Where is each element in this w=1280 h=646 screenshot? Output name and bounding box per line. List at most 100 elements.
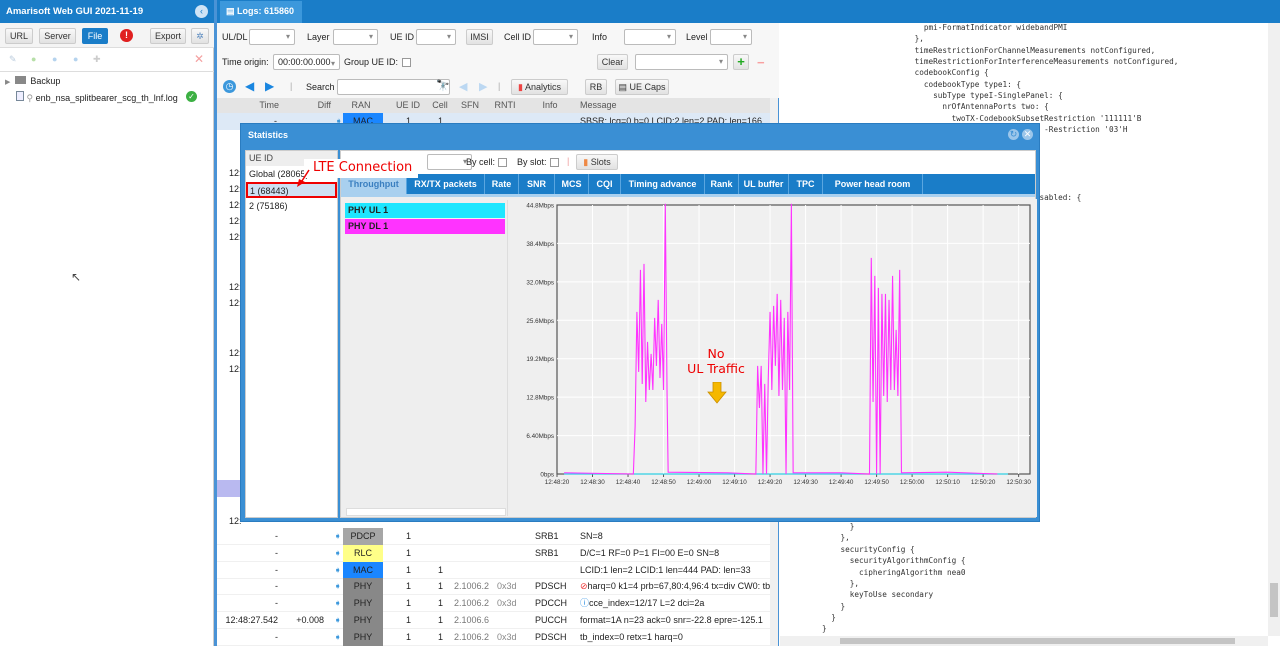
by-cell-checkbox[interactable] xyxy=(498,158,507,167)
forward-arrow-icon[interactable]: ▶ xyxy=(265,79,274,93)
table-row[interactable]: - ➧ PHY 1 1 2.1006.2 0x3d PDCCH ⓘcce_ind… xyxy=(217,595,770,613)
tab-rx-tx-packets[interactable]: RX/TX packets xyxy=(407,174,485,194)
table-row[interactable]: 12: xyxy=(217,181,242,198)
tab-logs[interactable]: ▤ Logs: 615860 xyxy=(220,1,302,23)
code-line: subType typeI-SinglePanel: { xyxy=(785,91,1063,101)
tab-tpc[interactable]: TPC xyxy=(789,174,823,194)
ue-caps-button[interactable]: ▤ UE Caps xyxy=(615,79,669,95)
url-button[interactable]: URL xyxy=(5,28,33,44)
col-info[interactable]: Info xyxy=(530,98,570,113)
col-message[interactable]: Message xyxy=(580,98,770,113)
by-slot-checkbox[interactable] xyxy=(550,158,559,167)
bar-chart-icon: ▮ xyxy=(583,157,589,167)
scroll-thumb[interactable] xyxy=(1270,583,1278,617)
add-icon[interactable]: ✚ xyxy=(93,54,101,65)
remove-filter-icon[interactable]: − xyxy=(757,55,765,70)
table-row[interactable]: 12: xyxy=(217,361,242,378)
tab-ul-buffer[interactable]: UL buffer xyxy=(739,174,789,194)
analytics-button[interactable]: ▮ Analytics xyxy=(511,79,568,95)
restore-icon[interactable]: ↻ xyxy=(1008,129,1019,140)
server-button[interactable]: Server xyxy=(39,28,76,44)
layer-select[interactable] xyxy=(333,29,378,45)
legend-ul[interactable]: PHY UL 1 xyxy=(345,203,505,218)
cell-sfn: 2.1006.2 xyxy=(454,631,490,642)
col-ueid[interactable]: UE ID xyxy=(393,98,423,113)
table-row[interactable]: 12: xyxy=(217,345,242,362)
cell-cell: 1 xyxy=(438,615,444,625)
legend-panel: PHY UL 1 PHY DL 1 xyxy=(343,200,508,516)
group-ueid-checkbox[interactable] xyxy=(402,58,411,67)
prev-match-icon[interactable]: ◀ xyxy=(459,80,467,93)
tree-folder-backup[interactable]: ▶ Backup xyxy=(5,75,60,88)
table-row[interactable]: - ➧ RLC 1 SRB1 D/C=1 RF=0 P=1 FI=00 E=0 … xyxy=(217,544,770,562)
rb-button[interactable]: RB xyxy=(585,79,607,95)
app-title-bar: Amarisoft Web GUI 2021-11-19 ‹ xyxy=(0,0,214,23)
edit-icon[interactable]: ✎ xyxy=(9,54,17,65)
settings-button[interactable]: ✲ xyxy=(191,28,209,44)
filter-preset-select[interactable] xyxy=(635,54,728,70)
binoculars-icon[interactable]: 🔭 xyxy=(436,79,450,92)
table-row[interactable]: - ➧ MAC 1 1 LCID:1 len=2 LCID:1 len=444 … xyxy=(217,561,770,579)
clock-icon[interactable]: ◷ xyxy=(223,80,236,93)
error-icon[interactable]: ! xyxy=(120,29,133,42)
red-arrow-icon xyxy=(297,169,310,187)
collapse-icon[interactable]: ‹ xyxy=(195,5,208,18)
document-icon: ▤ xyxy=(618,82,627,92)
tree-file-log[interactable]: ⚲ enb_nsa_splitbearer_scg_th_lnf.log ✓ xyxy=(16,91,211,104)
expand-arrow-icon[interactable]: ▶ xyxy=(5,79,10,86)
tab-cqi[interactable]: CQI xyxy=(589,174,621,194)
level-select[interactable] xyxy=(710,29,752,45)
col-cell[interactable]: Cell xyxy=(430,98,450,113)
col-sfn[interactable]: SFN xyxy=(455,98,485,113)
tab-timing-advance[interactable]: Timing advance xyxy=(621,174,705,194)
tab-rank[interactable]: Rank xyxy=(705,174,739,194)
table-row[interactable]: 12: xyxy=(217,279,242,296)
tab-mcs[interactable]: MCS xyxy=(555,174,589,194)
back-arrow-icon[interactable]: ◀ xyxy=(245,79,254,93)
cellid-select[interactable] xyxy=(533,29,578,45)
slots-button[interactable]: ▮ Slots xyxy=(576,154,618,170)
ueid-select[interactable] xyxy=(416,29,456,45)
search-input[interactable] xyxy=(337,79,450,95)
legend-dl[interactable]: PHY DL 1 xyxy=(345,219,505,234)
col-rnti[interactable]: RNTI xyxy=(490,98,520,113)
uldl-select[interactable] xyxy=(249,29,295,45)
table-row-highlighted[interactable] xyxy=(217,480,241,497)
next-match-icon[interactable]: ▶ xyxy=(479,80,487,93)
table-row[interactable]: 12: xyxy=(217,229,242,246)
cell-sfn: 2.1006.6 xyxy=(454,615,490,625)
imsi-button[interactable]: IMSI xyxy=(466,29,493,45)
col-ran[interactable]: RAN xyxy=(341,98,381,113)
code-horizontal-scrollbar[interactable] xyxy=(780,636,1268,646)
code-vertical-scrollbar[interactable] xyxy=(1268,23,1280,636)
cell-ueid: 1 xyxy=(406,598,412,609)
table-row[interactable]: - ➧ PHY 1 1 2.1006.2 0x3d PDSCH ⊘harq=0 … xyxy=(217,578,770,596)
table-row[interactable]: - ➧ PDCP 1 SRB1 SN=8 xyxy=(217,528,770,545)
ue-item-2[interactable]: 2 (75186) xyxy=(246,198,337,214)
time-origin-input[interactable]: 00:00:00.000 xyxy=(273,54,340,71)
info-select[interactable] xyxy=(624,29,676,45)
legend-scroll-input[interactable] xyxy=(346,508,506,516)
refresh-icon[interactable]: ● xyxy=(52,54,57,64)
col-time[interactable]: Time xyxy=(250,98,279,113)
table-row[interactable]: 12:48:27.542 +0.008 ➧ PHY 1 1 2.1006.6 P… xyxy=(217,612,770,629)
tab-rate[interactable]: Rate xyxy=(485,174,519,194)
tab-power-head-room[interactable]: Power head room xyxy=(823,174,923,194)
export-button[interactable]: Export xyxy=(150,28,186,44)
table-row[interactable]: - ➧ PHY 1 1 2.1006.2 0x3d PDSCH tb_index… xyxy=(217,628,770,646)
tab-snr[interactable]: SNR xyxy=(519,174,555,194)
scroll-thumb[interactable] xyxy=(840,638,1235,644)
check-icon[interactable]: ● xyxy=(31,54,36,64)
col-diff[interactable]: Diff xyxy=(300,98,331,113)
table-row[interactable]: 12: xyxy=(217,213,242,230)
ue-item-1[interactable]: 1 (68443) xyxy=(246,182,337,198)
table-row[interactable]: 12: xyxy=(217,197,242,214)
delete-icon[interactable]: ✕ xyxy=(194,52,204,66)
table-row[interactable]: 12: xyxy=(217,295,242,312)
add-filter-button[interactable]: + xyxy=(733,54,749,70)
table-row[interactable]: 12: xyxy=(217,165,242,182)
play-icon[interactable]: ● xyxy=(73,54,78,64)
close-icon[interactable]: ✕ xyxy=(1022,129,1033,140)
clear-button[interactable]: Clear xyxy=(597,54,628,70)
file-button[interactable]: File xyxy=(82,28,108,44)
